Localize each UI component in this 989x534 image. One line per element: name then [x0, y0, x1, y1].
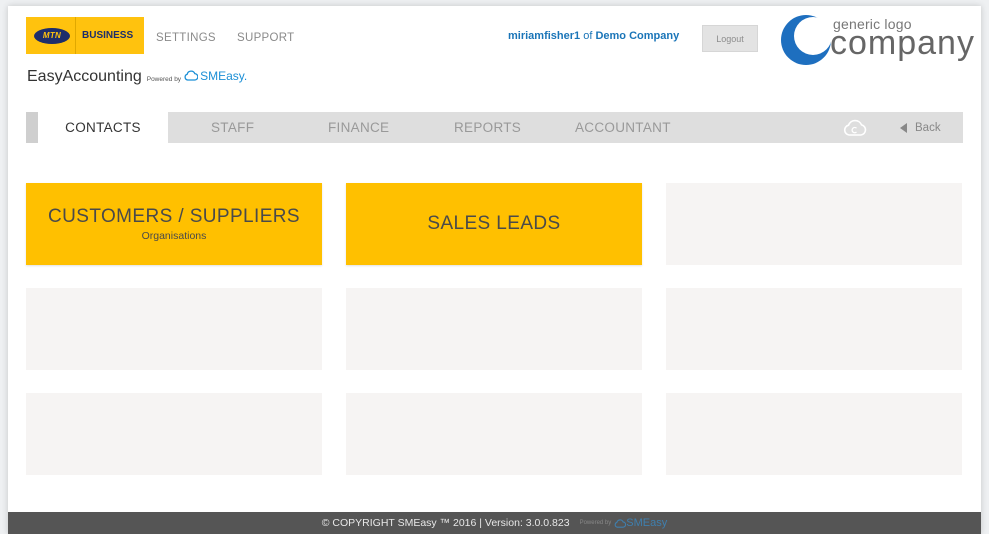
tab-finance[interactable]: FINANCE [328, 112, 389, 143]
company-logo-icon [781, 15, 832, 65]
tile-empty [346, 288, 642, 370]
company-name: Demo Company [595, 30, 680, 42]
tab-reports[interactable]: REPORTS [454, 112, 521, 143]
logout-button[interactable]: Logout [702, 25, 758, 52]
tile-empty [26, 393, 322, 475]
tile-title: SALES LEADS [427, 213, 561, 234]
cloud-sync-icon[interactable] [843, 119, 867, 137]
company-logo: generic logo company [780, 10, 980, 70]
footer-smeasy-text: SMEasy [626, 517, 668, 529]
tile-title: CUSTOMERS / SUPPLIERS [48, 206, 300, 227]
tile-empty [346, 393, 642, 475]
support-link[interactable]: SUPPORT [237, 32, 294, 44]
footer-cloud-icon [614, 518, 627, 528]
nav-marker [26, 112, 38, 143]
powered-by-label: Powered by [146, 76, 182, 83]
smeasy-logo: SMEasy. [184, 69, 247, 83]
footer-smeasy-logo: SMEasy [614, 517, 667, 529]
footer: © COPYRIGHT SMEasy ™ 2016 | Version: 3.0… [8, 512, 981, 534]
copyright-text: © COPYRIGHT SMEasy ™ 2016 | Version: 3.0… [321, 517, 570, 529]
user-of: of [583, 30, 593, 42]
app-title: EasyAccounting Powered by SMEasy. [27, 68, 247, 86]
tab-staff[interactable]: STAFF [211, 112, 254, 143]
tile-sales-leads[interactable]: SALES LEADS [346, 183, 642, 265]
back-arrow-icon [900, 122, 907, 133]
user-info: miriamfisher1 of Demo Company [508, 30, 679, 42]
settings-link[interactable]: SETTINGS [156, 32, 216, 44]
back-button[interactable]: Back [900, 112, 941, 143]
tab-accountant[interactable]: ACCOUNTANT [575, 112, 671, 143]
back-label: Back [915, 121, 941, 134]
footer-powered-by: Powered by [579, 520, 612, 526]
username: miriamfisher1 [508, 30, 581, 42]
app-name: EasyAccounting [27, 68, 142, 85]
main-nav: CONTACTS STAFF FINANCE REPORTS ACCOUNTAN… [26, 112, 963, 143]
tile-customers-suppliers[interactable]: CUSTOMERS / SUPPLIERS Organisations [26, 183, 322, 265]
logo-big-text: company [830, 24, 975, 62]
tile-empty [666, 393, 962, 475]
tile-empty [666, 288, 962, 370]
tile-empty [666, 183, 962, 265]
smeasy-text: SMEasy. [200, 68, 248, 83]
tile-subtitle: Organisations [141, 230, 207, 242]
tile-empty [26, 288, 322, 370]
mtn-logo-mark: MTN [34, 27, 70, 44]
page: MTN BUSINESS SETTINGS SUPPORT EasyAccoun… [8, 6, 981, 534]
business-label: BUSINESS [82, 30, 134, 41]
cloud-logo-icon [184, 70, 199, 81]
mtn-business-logo[interactable]: MTN BUSINESS [26, 17, 144, 54]
tab-contacts[interactable]: CONTACTS [38, 112, 168, 143]
logo-divider [75, 17, 76, 54]
